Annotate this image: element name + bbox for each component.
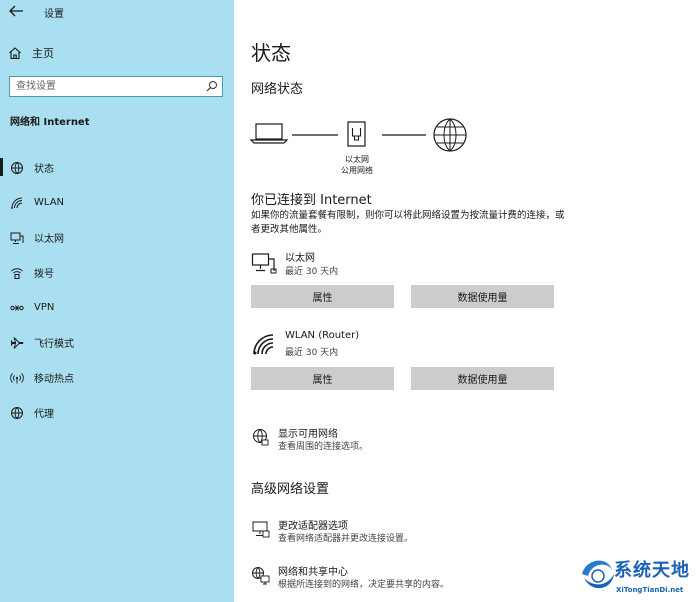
airplane-icon (11, 336, 24, 349)
sidebar-item-label: VPN (34, 302, 55, 313)
link-title: 显示可用网络 (278, 429, 338, 440)
sidebar-item-status[interactable]: 状态 (0, 150, 234, 185)
wlan-properties-button[interactable]: 属性 (251, 367, 394, 390)
link-title: 网络和共享中心 (278, 567, 348, 578)
back-arrow-icon[interactable] (8, 4, 24, 18)
watermark: 系统天地 XiTongTianDi.net (578, 552, 700, 602)
wlan-adapter: WLAN (Router) 最近 30 天内 (251, 330, 451, 360)
sidebar-item-label: 代理 (34, 409, 54, 420)
sidebar-item-vpn[interactable]: VPN (0, 290, 234, 325)
main-content: 状态 网络状态 以太网 公用网络 你已连接到 Internet 如果你的流量套餐… (234, 0, 700, 602)
link-description: 查看周围的连接选项。 (278, 442, 369, 452)
network-diagram-graphic (250, 118, 467, 152)
ethernet-properties-button[interactable]: 属性 (251, 285, 394, 308)
dialup-icon (11, 267, 23, 279)
sidebar-item-ethernet[interactable]: 以太网 (0, 220, 234, 255)
ethernet-adapter: 以太网 最近 30 天内 (251, 249, 451, 279)
wlan-data-usage-button[interactable]: 数据使用量 (411, 367, 554, 390)
hotspot-icon (10, 372, 24, 383)
watermark-logo-icon (582, 560, 614, 589)
adapter-name: 以太网 (285, 253, 315, 264)
ethernet-node-label: 以太网 (345, 155, 369, 164)
sidebar-item-label: 状态 (34, 164, 54, 175)
internet-globe-icon (433, 118, 467, 152)
network-profile-label: 公用网络 (341, 166, 373, 175)
sidebar-item-airplane[interactable]: 飞行模式 (0, 325, 234, 360)
sidebar-item-hotspot[interactable]: 移动热点 (0, 360, 234, 395)
home-link[interactable]: 主页 (8, 44, 54, 62)
title-bar: 设置 (0, 0, 234, 24)
home-icon (9, 47, 21, 60)
link-description: 查看网络适配器并更改连接设置。 (278, 534, 414, 544)
search-icon[interactable] (206, 80, 218, 92)
adapter-name: WLAN (Router) (285, 330, 360, 341)
sidebar-item-label: 以太网 (34, 234, 64, 245)
sharing-center-link[interactable]: 网络和共享中心 根据所连接到的网络，决定要共享的内容。 (251, 563, 481, 595)
show-available-networks-link[interactable]: 显示可用网络 查看周围的连接选项。 (251, 425, 451, 457)
sidebar-item-label: 移动热点 (34, 374, 74, 385)
sidebar-item-label: 飞行模式 (34, 339, 74, 350)
adapter-monitor-icon (252, 521, 270, 538)
vpn-icon (10, 304, 24, 311)
section-label: 网络和 Internet (10, 117, 90, 128)
ethernet-pc-icon (251, 253, 277, 274)
network-globe-icon (253, 429, 269, 446)
link-title: 更改适配器选项 (278, 521, 348, 532)
watermark-sub-text: XiTongTianDi.net (616, 586, 684, 594)
link-description: 根据所连接到的网络，决定要共享的内容。 (278, 580, 450, 590)
page-title: 状态 (251, 41, 291, 65)
sidebar-item-wlan[interactable]: WLAN (0, 185, 234, 220)
home-label: 主页 (32, 47, 54, 60)
sidebar-item-label: 拨号 (34, 269, 54, 280)
wifi-signal-icon (253, 334, 274, 355)
network-diagram: 以太网 公用网络 (250, 116, 480, 178)
ethernet-data-usage-button[interactable]: 数据使用量 (411, 285, 554, 308)
watermark-main-text: 系统天地 (614, 560, 690, 581)
sidebar-item-proxy[interactable]: 代理 (0, 395, 234, 430)
search-input[interactable] (16, 78, 196, 94)
sidebar-nav: 状态 WLAN 以太网 拨号 VPN 飞行模式 移动热点 代理 (0, 150, 234, 430)
search-box[interactable] (9, 76, 223, 97)
globe-icon (11, 406, 23, 419)
ethernet-icon (10, 232, 24, 244)
connected-heading: 你已连接到 Internet (251, 193, 372, 208)
sharing-center-icon (252, 567, 270, 585)
sidebar: 设置 主页 网络和 Internet 状态 WLAN (0, 0, 234, 602)
laptop-icon (250, 123, 289, 144)
advanced-settings-heading: 高级网络设置 (251, 482, 330, 497)
change-adapter-options-link[interactable]: 更改适配器选项 查看网络适配器并更改连接设置。 (251, 517, 471, 549)
sidebar-item-dialup[interactable]: 拨号 (0, 255, 234, 290)
status-globe-icon (11, 161, 23, 174)
ethernet-jack-icon (347, 121, 366, 147)
adapter-usage-period: 最近 30 天内 (285, 348, 339, 358)
wifi-icon (11, 197, 23, 209)
app-title: 设置 (44, 9, 64, 20)
sidebar-item-label: WLAN (34, 197, 65, 208)
network-status-heading: 网络状态 (251, 82, 304, 97)
adapter-usage-period: 最近 30 天内 (285, 267, 339, 277)
connected-description: 如果你的流量套餐有限制，则你可以将此网络设置为按流量计费的连接，或者更改其他属性… (251, 210, 565, 235)
